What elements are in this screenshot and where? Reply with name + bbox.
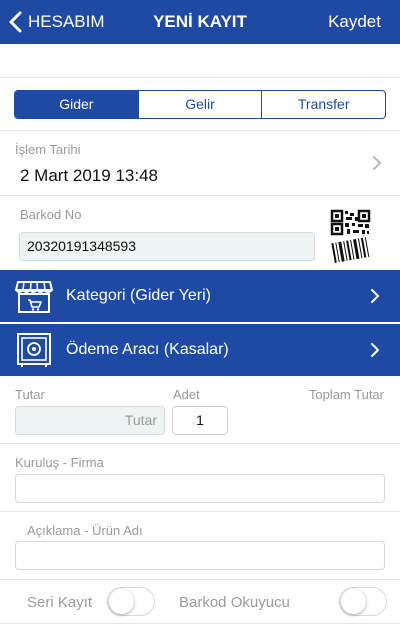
chevron-right-icon <box>373 156 381 170</box>
serial-record-label: Seri Kayıt <box>27 594 93 611</box>
serial-record-toggle[interactable] <box>107 587 155 616</box>
top-spacer <box>0 44 400 78</box>
segment-gider[interactable]: Gider <box>15 91 138 118</box>
back-button[interactable]: HESABIM <box>8 0 105 44</box>
total-amount-label: Toplam Tutar <box>308 387 384 402</box>
segment-transfer[interactable]: Transfer <box>261 91 385 118</box>
divider <box>0 623 400 624</box>
divider <box>0 443 400 444</box>
divider <box>0 511 400 512</box>
divider <box>0 579 400 580</box>
type-segmented-control: Gider Gelir Transfer <box>14 90 386 119</box>
divider <box>0 195 400 196</box>
chevron-right-icon <box>371 289 379 303</box>
segment-gelir[interactable]: Gelir <box>137 91 262 118</box>
quantity-input[interactable]: 1 <box>172 406 228 435</box>
qr-barcode-scan-icon[interactable] <box>322 207 380 265</box>
company-input[interactable] <box>15 474 385 503</box>
category-label: Kategori (Gider Yeri) <box>66 287 211 304</box>
safe-icon <box>17 333 51 367</box>
date-label: İşlem Tarihi <box>15 142 81 157</box>
barcode-reader-toggle[interactable] <box>339 587 387 616</box>
category-row[interactable]: Kategori (Gider Yeri) <box>0 270 400 322</box>
amount-label: Tutar <box>15 387 45 402</box>
back-label: HESABIM <box>28 12 105 31</box>
toggle-knob <box>109 589 134 614</box>
divider <box>0 130 400 131</box>
barcode-reader-label: Barkod Okuyucu <box>179 594 290 611</box>
description-label: Açıklama - Ürün Adı <box>27 523 143 538</box>
save-button[interactable]: Kaydet <box>328 0 381 44</box>
amount-input[interactable]: Tutar <box>15 406 165 435</box>
toggle-knob <box>341 589 366 614</box>
payment-method-label: Ödeme Aracı (Kasalar) <box>66 341 229 358</box>
payment-method-row[interactable]: Ödeme Aracı (Kasalar) <box>0 324 400 376</box>
chevron-left-icon <box>9 11 22 33</box>
chevron-right-icon <box>371 343 379 357</box>
navigation-bar: HESABIM YENİ KAYIT Kaydet <box>0 0 400 44</box>
description-input[interactable] <box>15 541 385 570</box>
store-icon <box>15 281 53 313</box>
barcode-label: Barkod No <box>20 207 82 222</box>
quantity-label: Adet <box>173 387 200 402</box>
barcode-input[interactable]: 20320191348593 <box>19 232 315 261</box>
company-label: Kuruluş - Firma <box>15 455 104 470</box>
date-value: 2 Mart 2019 13:48 <box>20 166 158 185</box>
